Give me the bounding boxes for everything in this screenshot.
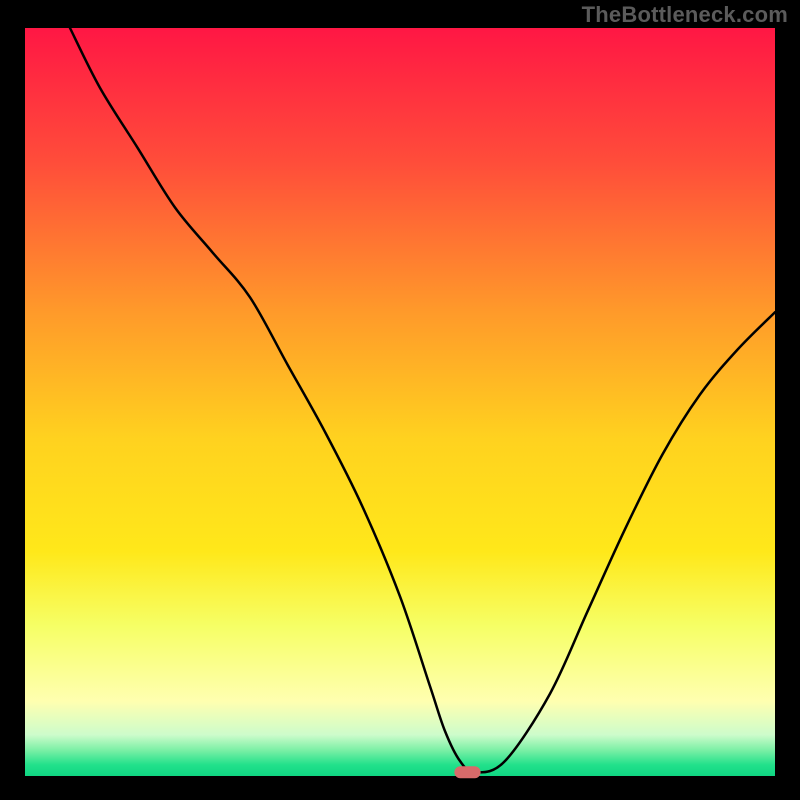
watermark-text: TheBottleneck.com [582, 2, 788, 28]
plot-background [25, 28, 775, 776]
optimum-marker [454, 766, 480, 778]
chart-frame: TheBottleneck.com [0, 0, 800, 800]
bottleneck-chart [0, 0, 800, 800]
